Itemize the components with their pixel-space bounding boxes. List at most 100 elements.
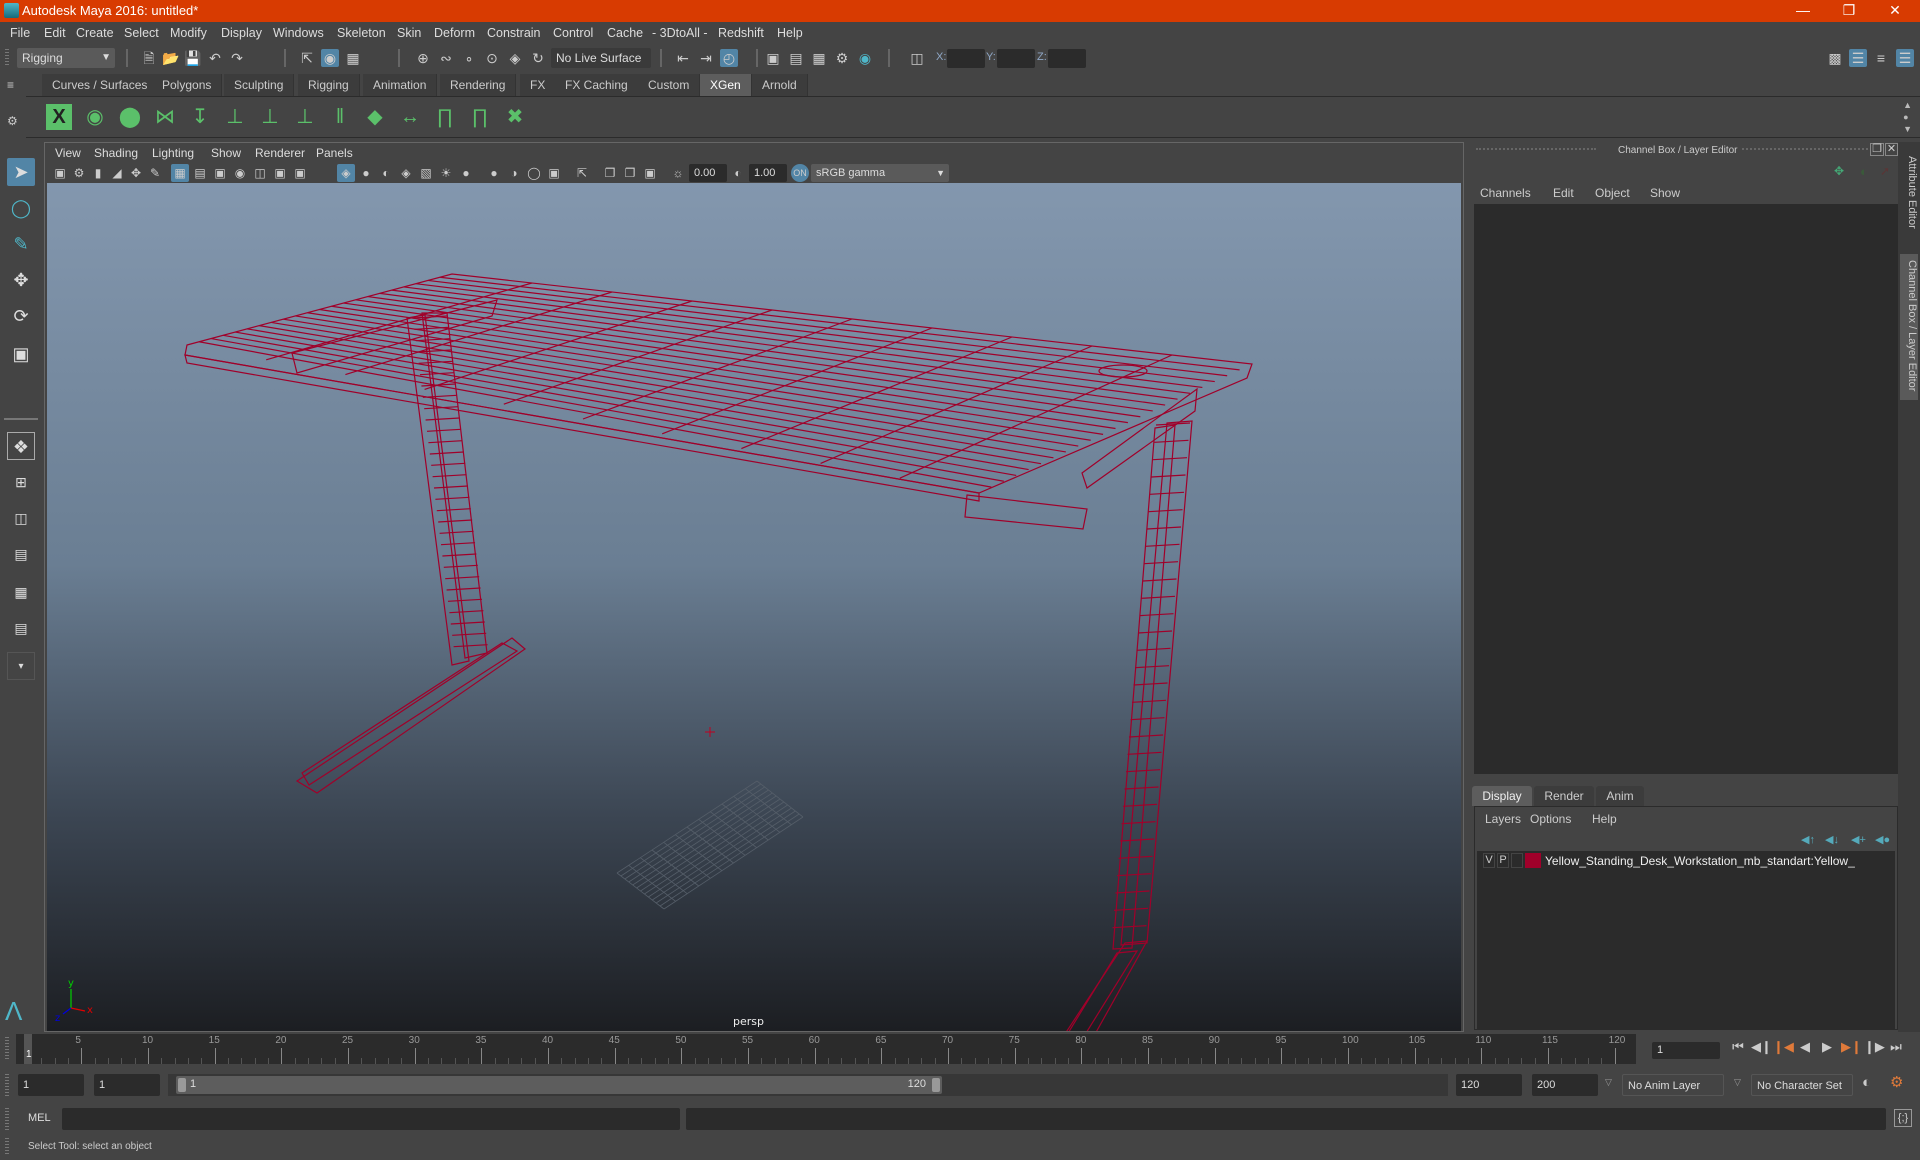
grid-toggle-icon[interactable]: ▦: [171, 164, 189, 182]
shelf-tab-rigging[interactable]: Rigging: [298, 74, 360, 96]
exposure-icon[interactable]: ☼: [669, 164, 687, 182]
layer-name[interactable]: Yellow_Standing_Desk_Workstation_mb_stan…: [1545, 854, 1855, 868]
place-guides-icon[interactable]: ↧: [185, 102, 215, 132]
side-tab-channel-box[interactable]: Channel Box / Layer Editor: [1900, 254, 1918, 400]
shelf-tab-rendering[interactable]: Rendering: [440, 74, 517, 96]
scale-tool-icon[interactable]: ▣: [7, 340, 35, 368]
cb-menu-channels[interactable]: Channels: [1480, 186, 1531, 200]
resolution-gate-icon[interactable]: ▣: [211, 164, 229, 182]
rotate-tool-icon[interactable]: ⟳: [7, 302, 35, 330]
menu-file[interactable]: File: [10, 26, 30, 40]
image-plane-icon[interactable]: ◢: [108, 164, 126, 182]
x-field[interactable]: [947, 49, 985, 68]
3d-viewport[interactable]: y x z persp: [47, 183, 1461, 1144]
interactive-groom-icon[interactable]: ↔: [395, 102, 425, 132]
grease-pencil-icon[interactable]: ✎: [146, 164, 164, 182]
panel-grip-right[interactable]: [1742, 148, 1868, 150]
modeling-toolkit-icon[interactable]: ▩: [1826, 49, 1844, 67]
snap-projected-center-icon[interactable]: ⊙: [483, 49, 501, 67]
hypershade-persp-layout-icon[interactable]: ▦: [7, 578, 35, 606]
menu-redshift[interactable]: Redshift: [718, 26, 764, 40]
film-gate-icon[interactable]: ▤: [191, 164, 209, 182]
help-grip[interactable]: [5, 1138, 9, 1156]
close-panel-icon[interactable]: ✕: [1885, 143, 1898, 156]
shelf-tab-curves-surfaces[interactable]: Curves / Surfaces: [42, 74, 159, 96]
new-scene-icon[interactable]: 🗎: [140, 49, 158, 67]
show-primitive-icon[interactable]: ⊥: [255, 102, 285, 132]
z-field[interactable]: [1048, 49, 1086, 68]
isolate-select-icon[interactable]: ⇱: [573, 164, 591, 182]
vp-menu-renderer[interactable]: Renderer: [255, 146, 305, 160]
script-editor-icon[interactable]: {;}: [1894, 1109, 1912, 1127]
cb-menu-show[interactable]: Show: [1650, 186, 1680, 200]
select-tool-icon[interactable]: ➤: [7, 158, 35, 186]
range-end-grip[interactable]: [932, 1078, 940, 1092]
shelf-settings-icon[interactable]: ⚙: [7, 114, 18, 128]
range-grip[interactable]: [5, 1074, 9, 1096]
outliner-persp-layout-icon[interactable]: ◫: [7, 504, 35, 532]
go-to-start-icon[interactable]: ⏮: [1729, 1038, 1747, 1056]
step-forward-frame-icon[interactable]: ❙▶: [1864, 1038, 1885, 1056]
xray-joints-icon[interactable]: ❐: [621, 164, 639, 182]
layer-visibility-toggle[interactable]: V: [1483, 853, 1495, 868]
shelf-tab-fx[interactable]: FX: [520, 74, 557, 96]
vp-menu-show[interactable]: Show: [211, 146, 241, 160]
layer-row[interactable]: V P Yellow_Standing_Desk_Workstation_mb_…: [1477, 851, 1895, 871]
input-ops-icon[interactable]: ⇤: [674, 49, 692, 67]
mel-grip[interactable]: [5, 1108, 9, 1130]
layer-tab-anim[interactable]: Anim: [1596, 786, 1644, 806]
layer-menu-help[interactable]: Help: [1592, 812, 1617, 826]
minimize-button[interactable]: —: [1780, 0, 1826, 22]
side-tab-attribute-editor[interactable]: Attribute Editor: [1900, 150, 1918, 240]
select-mode-icon[interactable]: ◫: [908, 49, 926, 67]
select-object-icon[interactable]: ◉: [321, 49, 339, 67]
new-layer-selected-icon[interactable]: ◀●: [1875, 833, 1890, 846]
textured-icon[interactable]: ▧: [417, 164, 435, 182]
attribute-editor-toggle-icon[interactable]: ☰: [1849, 49, 1867, 67]
screen-space-ao-icon[interactable]: ●: [485, 164, 503, 182]
use-all-lights-icon[interactable]: ☀: [437, 164, 455, 182]
auto-key-icon[interactable]: ◐: [1862, 1074, 1871, 1091]
layer-color-swatch[interactable]: [1525, 853, 1541, 868]
play-backwards-icon[interactable]: ◀: [1796, 1038, 1814, 1056]
step-forward-key-icon[interactable]: ▶❙: [1841, 1038, 1862, 1056]
shelf-tab-polygons[interactable]: Polygons: [152, 74, 223, 96]
shadows-icon[interactable]: ●: [457, 164, 475, 182]
channel-box-toggle-icon[interactable]: ☰: [1896, 49, 1914, 67]
layer-tab-render[interactable]: Render: [1534, 786, 1594, 806]
shelf-tab-sculpting[interactable]: Sculpting: [224, 74, 295, 96]
preview-visible-icon[interactable]: ◉: [80, 102, 110, 132]
move-layer-up-icon[interactable]: ◀↑: [1801, 833, 1815, 846]
hypershade-icon[interactable]: ◉: [856, 49, 874, 67]
shelf-tab-arnold[interactable]: Arnold: [752, 74, 808, 96]
add-guide-icon[interactable]: ⋈: [150, 102, 180, 132]
snap-grid-icon[interactable]: ⊕: [414, 49, 432, 67]
select-hierarchy-icon[interactable]: ⇱: [298, 49, 316, 67]
motion-blur-icon[interactable]: ◑: [505, 164, 523, 182]
character-set-dropdown[interactable]: No Character Set: [1751, 1074, 1853, 1096]
four-view-layout-icon[interactable]: ⊞: [7, 468, 35, 496]
layer-display-type-toggle[interactable]: [1511, 853, 1523, 868]
playback-end-field[interactable]: 120: [1456, 1074, 1522, 1096]
move-layer-down-icon[interactable]: ◀↓: [1825, 833, 1839, 846]
playback-start-field[interactable]: 1: [94, 1074, 160, 1096]
exposure-field[interactable]: 0.00: [689, 164, 727, 182]
undo-icon[interactable]: ↶: [206, 49, 224, 67]
close-button[interactable]: ✕: [1872, 0, 1918, 22]
delete-guide-icon[interactable]: ✖: [500, 102, 530, 132]
range-slider-handle[interactable]: 1 120: [176, 1076, 942, 1094]
menu-skin[interactable]: Skin: [397, 26, 421, 40]
save-scene-icon[interactable]: 💾: [184, 49, 202, 67]
xray-icon[interactable]: ❐: [601, 164, 619, 182]
safe-action-icon[interactable]: ▣: [271, 164, 289, 182]
anim-layer-chevron-icon[interactable]: ▽: [1605, 1077, 1612, 1088]
snap-view-plane-icon[interactable]: ◈: [506, 49, 524, 67]
vp-menu-shading[interactable]: Shading: [94, 146, 138, 160]
render-sequence-icon[interactable]: ▤: [787, 49, 805, 67]
menu-edit[interactable]: Edit: [44, 26, 66, 40]
persp-graph-layout-icon[interactable]: ▤: [7, 540, 35, 568]
move-tool-icon[interactable]: ✥: [7, 266, 35, 294]
speed-icon[interactable]: ◐: [1860, 164, 1868, 179]
shelf-tab-animation[interactable]: Animation: [363, 74, 438, 96]
lasso-tool-icon[interactable]: ◯: [7, 194, 35, 222]
